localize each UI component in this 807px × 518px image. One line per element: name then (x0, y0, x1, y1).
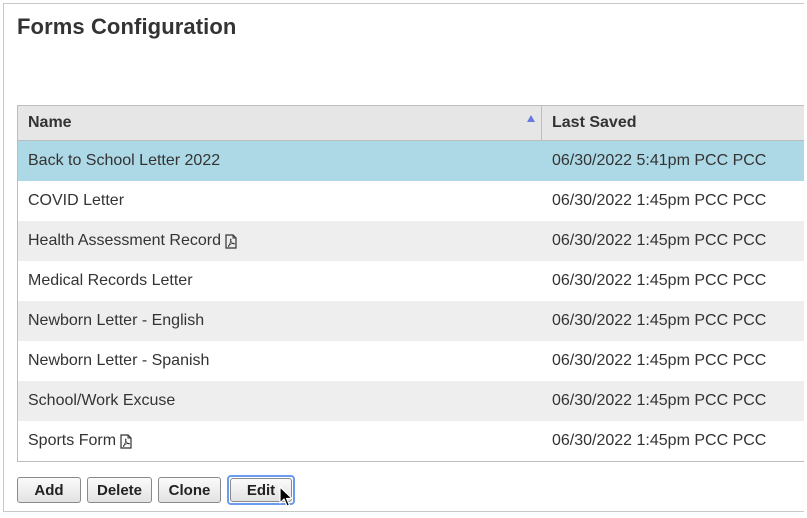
row-last-saved-cell: 06/30/2022 1:45pm PCC PCC (542, 272, 804, 290)
row-name-cell: Sports Form (18, 432, 542, 450)
edit-button-focus-ring: Edit (227, 475, 295, 505)
page-title: Forms Configuration (17, 14, 237, 39)
row-name-cell: Back to School Letter 2022 (18, 152, 542, 170)
row-name-text: Health Assessment Record (28, 232, 221, 249)
forms-toolbar: Add Delete Clone Edit (17, 475, 295, 505)
sort-ascending-icon (527, 115, 535, 122)
row-name-cell: COVID Letter (18, 192, 542, 210)
row-last-saved-text: 06/30/2022 1:45pm PCC PCC (552, 192, 767, 209)
row-last-saved-text: 06/30/2022 1:45pm PCC PCC (552, 312, 767, 329)
row-name-cell: Medical Records Letter (18, 272, 542, 290)
table-row[interactable]: Back to School Letter 2022 06/30/2022 5:4… (18, 141, 804, 181)
table-row[interactable]: COVID Letter 06/30/2022 1:45pm PCC PCC (18, 181, 804, 221)
delete-button[interactable]: Delete (87, 477, 152, 503)
table-row[interactable]: Health Assessment Record 06/30/2022 1:45p… (18, 221, 804, 261)
row-name-text: Newborn Letter - English (28, 312, 205, 329)
clone-button[interactable]: Clone (158, 477, 221, 503)
row-last-saved-cell: 06/30/2022 1:45pm PCC PCC (542, 392, 804, 410)
row-name-cell: Newborn Letter - Spanish (18, 352, 542, 370)
row-name-text: Sports Form (28, 432, 117, 449)
column-header-last-saved[interactable]: Last Saved (542, 106, 804, 140)
table-row[interactable]: Newborn Letter - English 06/30/2022 1:45p… (18, 301, 804, 341)
table-body: Back to School Letter 2022 06/30/2022 5:4… (18, 141, 804, 462)
pdf-file-icon (225, 233, 237, 249)
row-last-saved-cell: 06/30/2022 1:45pm PCC PCC (542, 232, 804, 250)
edit-button[interactable]: Edit (230, 478, 292, 502)
row-name-cell: Newborn Letter - English (18, 312, 542, 330)
row-last-saved-cell: 06/30/2022 1:45pm PCC PCC (542, 432, 804, 450)
row-name-cell: Health Assessment Record (18, 232, 542, 250)
row-name-text: Medical Records Letter (28, 272, 193, 289)
row-last-saved-text: 06/30/2022 1:45pm PCC PCC (552, 352, 767, 369)
row-last-saved-cell: 06/30/2022 1:45pm PCC PCC (542, 352, 804, 370)
row-last-saved-text: 06/30/2022 1:45pm PCC PCC (552, 232, 767, 249)
table-row[interactable]: Sports Form 06/30/2022 1:45pm PCC PCC (18, 421, 804, 461)
forms-table: Name Last Saved Back to School Letter 20… (17, 105, 804, 462)
row-last-saved-text: 06/30/2022 1:45pm PCC PCC (552, 432, 767, 449)
row-last-saved-cell: 06/30/2022 1:45pm PCC PCC (542, 312, 804, 330)
table-row[interactable]: Newborn Letter - Spanish 06/30/2022 1:45p… (18, 341, 804, 381)
row-name-text: Newborn Letter - Spanish (28, 352, 210, 369)
row-name-text: Back to School Letter 2022 (28, 152, 221, 169)
add-button[interactable]: Add (17, 477, 81, 503)
column-header-last-saved-label: Last Saved (552, 114, 637, 131)
row-last-saved-text: 06/30/2022 1:45pm PCC PCC (552, 272, 767, 289)
column-header-name-label: Name (28, 114, 72, 131)
pdf-file-icon (120, 433, 132, 449)
row-last-saved-cell: 06/30/2022 1:45pm PCC PCC (542, 192, 804, 210)
column-header-name[interactable]: Name (18, 106, 542, 140)
row-name-text: COVID Letter (28, 192, 125, 209)
row-name-cell: School/Work Excuse (18, 392, 542, 410)
table-row[interactable]: Medical Records Letter 06/30/2022 1:45pm … (18, 261, 804, 301)
row-name-text: School/Work Excuse (28, 392, 176, 409)
row-last-saved-text: 06/30/2022 1:45pm PCC PCC (552, 392, 767, 409)
forms-configuration-panel: Forms Configuration Name Last Saved Back… (3, 3, 804, 512)
row-last-saved-text: 06/30/2022 5:41pm PCC PCC (552, 152, 767, 169)
row-last-saved-cell: 06/30/2022 5:41pm PCC PCC (542, 152, 804, 170)
table-row[interactable]: School/Work Excuse 06/30/2022 1:45pm PCC … (18, 381, 804, 421)
table-row-partial (18, 461, 804, 462)
table-header: Name Last Saved (18, 106, 804, 141)
